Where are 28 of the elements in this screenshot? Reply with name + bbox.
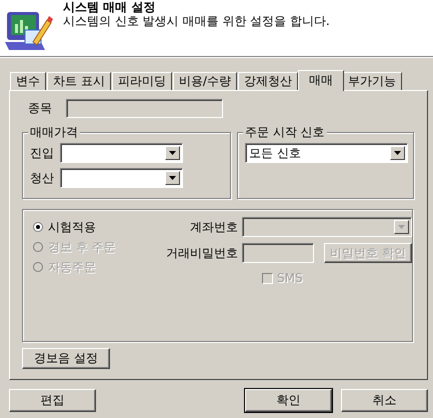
field-label: 거래비밀번호 [165,244,238,262]
dialog-title: 시스템 매매 설정 [63,1,156,14]
signal-dropdown[interactable]: 모든 신호 [245,143,408,163]
group-title: 매매가격 [28,125,80,139]
tab[interactable]: 변수 [10,72,46,90]
field-label: 계좌번호 [189,218,238,236]
tab[interactable]: 비용/수량 [172,72,237,90]
tab[interactable]: 차트 표시 [47,72,111,90]
tab[interactable]: 강제청산 [238,72,298,90]
group-title: 주문 시작 신호 [243,125,327,139]
dialog-button[interactable]: 확인 [245,389,332,412]
tab[interactable]: 부가기능 [342,72,402,90]
tab[interactable]: 피라미딩 [112,72,172,90]
dialog-description: 시스템의 신호 발생시 매매를 위한 설정을 합니다. [63,14,330,28]
alarm-settings-button[interactable]: 경보음 설정 [22,348,110,369]
price-dropdown[interactable] [60,143,183,163]
field-label: 종목 [28,100,52,117]
price-dropdown[interactable] [60,168,183,188]
dialog-button[interactable]: 편집 [9,389,96,412]
dropdown-arrow-icon [398,225,405,229]
dropdown-arrow-icon [394,151,401,155]
dialog-button[interactable]: 취소 [341,389,428,412]
field-label: 진입 [30,144,54,162]
tab[interactable]: 매매 [298,70,344,91]
dropdown-arrow-icon [169,151,176,155]
dropdown-arrow-icon [169,176,176,180]
field-label: 청산 [30,170,54,186]
radio-option[interactable]: 시험적용 [33,217,133,237]
